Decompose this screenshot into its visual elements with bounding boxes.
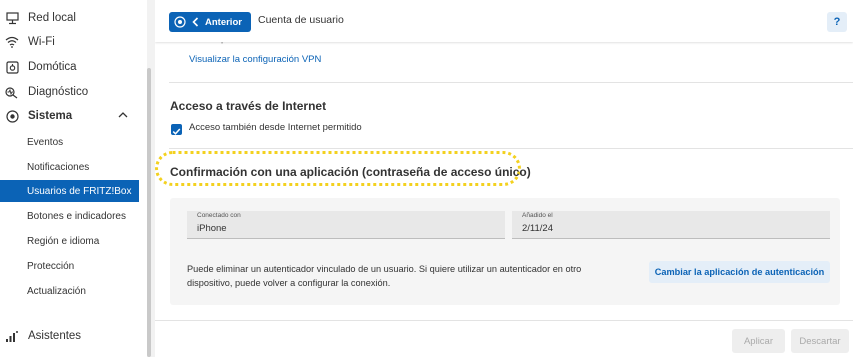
sidebar-item-label: Red local xyxy=(28,12,76,24)
divider xyxy=(169,148,853,149)
assistants-icon xyxy=(5,329,19,343)
connected-with-value: iPhone xyxy=(197,223,227,234)
app-confirmation-title: Confirmación con una aplicación (contras… xyxy=(170,165,531,179)
wifi-icon xyxy=(5,35,19,49)
added-on-value: 2/11/24 xyxy=(522,223,553,234)
back-button-label: Anterior xyxy=(205,16,242,28)
back-button[interactable]: Anterior xyxy=(169,12,251,32)
header-bar: Anterior Cuenta de usuario ? xyxy=(155,0,853,42)
divider xyxy=(155,320,853,321)
sidebar: Red local Wi-Fi Domótica Diagnóstico Sis… xyxy=(0,0,147,357)
discard-label: Descartar xyxy=(799,335,841,347)
sidebar-subitem-update[interactable]: Actualización xyxy=(0,280,139,302)
sidebar-subitem-label: Botones e indicadores xyxy=(27,210,126,222)
checkmark-icon xyxy=(172,128,181,135)
chevron-up-icon xyxy=(117,109,131,123)
fritz-icon xyxy=(174,16,186,28)
help-button[interactable]: ? xyxy=(827,12,847,32)
sidebar-subitem-label: Notificaciones xyxy=(27,161,90,173)
sidebar-item-label: Diagnóstico xyxy=(28,86,89,98)
sidebar-item-label: Asistentes xyxy=(28,330,82,342)
sidebar-item-diagnostics[interactable]: Diagnóstico xyxy=(0,80,139,104)
apply-button[interactable]: Aplicar xyxy=(732,329,785,353)
sidebar-subitem-notifications[interactable]: Notificaciones xyxy=(0,156,139,178)
added-on-field[interactable]: Añadido el 2/11/24 xyxy=(512,211,830,239)
sidebar-subitem-region-language[interactable]: Región e idioma xyxy=(0,230,139,252)
sidebar-scrollbar[interactable] xyxy=(147,68,151,357)
network-icon xyxy=(5,11,19,25)
sidebar-subitem-protection[interactable]: Protección xyxy=(0,255,139,277)
authenticator-info-text: Puede eliminar un autenticador vinculado… xyxy=(187,264,582,288)
sidebar-subitem-label: Actualización xyxy=(27,285,86,297)
sidebar-item-wifi[interactable]: Wi-Fi xyxy=(0,30,139,54)
sidebar-subitem-label: Usuarios de FRITZ!Box xyxy=(27,185,132,197)
internet-access-checkbox[interactable] xyxy=(171,124,182,135)
sidebar-item-label: Wi-Fi xyxy=(28,36,55,48)
chevron-left-icon xyxy=(192,17,199,27)
sidebar-subitem-fritzbox-users[interactable]: Usuarios de FRITZ!Box xyxy=(0,180,139,202)
added-on-label: Añadido el xyxy=(522,212,553,219)
sidebar-subitem-events[interactable]: Eventos xyxy=(0,131,139,153)
sidebar-subitem-label: Protección xyxy=(27,260,75,272)
internet-access-label: Acceso también desde Internet permitido xyxy=(189,122,362,133)
vpn-config-link[interactable]: Visualizar la configuración VPN xyxy=(189,54,321,65)
main-panel: Anterior Cuenta de usuario ? el usuario … xyxy=(155,0,853,357)
sidebar-subitem-buttons-leds[interactable]: Botones e indicadores xyxy=(0,205,139,227)
sidebar-item-system[interactable]: Sistema xyxy=(0,104,139,128)
help-icon: ? xyxy=(833,16,841,28)
change-authenticator-button[interactable]: Cambiar la aplicación de autenticación xyxy=(649,261,830,283)
apply-label: Aplicar xyxy=(743,335,774,347)
page-title: Cuenta de usuario xyxy=(258,14,344,26)
system-icon xyxy=(5,109,19,123)
internet-access-title: Acceso a través de Internet xyxy=(170,99,327,113)
connected-with-field[interactable]: Conectado con iPhone xyxy=(187,211,505,239)
divider xyxy=(169,82,853,83)
sidebar-item-network[interactable]: Red local xyxy=(0,6,139,30)
sidebar-item-smarthome[interactable]: Domótica xyxy=(0,55,139,79)
sidebar-subitem-label: Región e idioma xyxy=(27,235,100,247)
sidebar-item-label: Domótica xyxy=(28,61,77,73)
sidebar-item-assistants[interactable]: Asistentes xyxy=(0,324,139,348)
diagnostics-icon xyxy=(5,85,19,99)
sidebar-subitem-label: Eventos xyxy=(27,136,64,148)
smarthome-icon xyxy=(5,60,19,74)
change-authenticator-label: Cambiar la aplicación de autenticación xyxy=(654,267,825,277)
connected-with-label: Conectado con xyxy=(197,212,241,219)
discard-button[interactable]: Descartar xyxy=(791,329,849,353)
authenticator-card: Conectado con iPhone Añadido el 2/11/24 … xyxy=(170,198,840,305)
sidebar-item-label: Sistema xyxy=(28,110,73,122)
